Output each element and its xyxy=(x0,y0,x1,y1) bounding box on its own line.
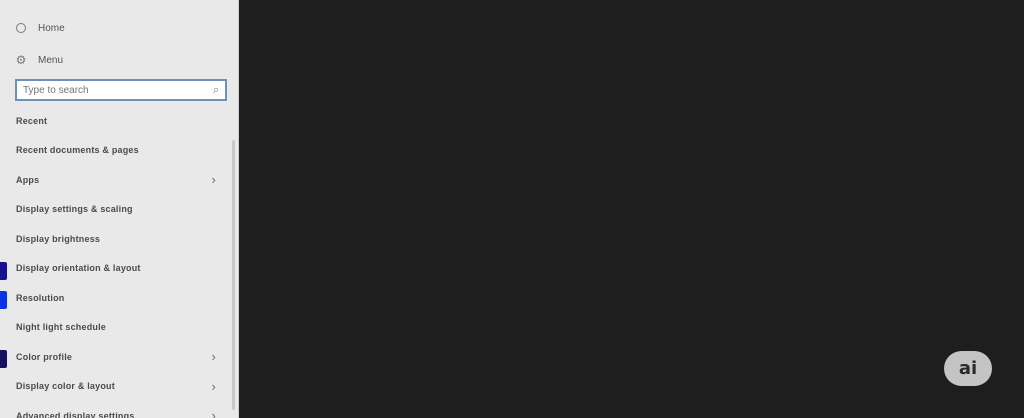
menu-item[interactable]: Resolution xyxy=(0,283,232,313)
chevron-right-icon: › xyxy=(211,378,216,394)
search-input[interactable] xyxy=(23,84,193,96)
selection-indicator xyxy=(0,291,7,309)
menu-item-label: Recent documents & pages xyxy=(16,145,139,156)
menu-item-label: Night light schedule xyxy=(16,322,107,333)
app-window: Home ⚙ Menu ⌕ Recent Recent documents & p… xyxy=(0,0,1024,418)
chevron-right-icon: › xyxy=(211,172,216,188)
top-item-menu[interactable]: ⚙ Menu xyxy=(14,50,63,70)
menu-item[interactable]: Display orientation & layout xyxy=(0,254,232,284)
menu-item[interactable]: Display settings & scaling xyxy=(0,195,232,225)
menu-item[interactable]: Display brightness xyxy=(0,224,232,254)
menu-item-label: Color profile xyxy=(16,351,73,362)
ai-assistant-label: ai xyxy=(958,358,978,379)
ai-assistant-button[interactable]: ai xyxy=(944,351,992,386)
menu-item-label: Display color & layout xyxy=(16,381,115,392)
menu-item[interactable]: Display color & layout › xyxy=(0,372,232,402)
chevron-right-icon: › xyxy=(211,349,216,365)
menu-item[interactable]: Recent xyxy=(0,106,232,136)
top-item-home-label: Home xyxy=(38,22,65,34)
menu-item-label: Apps xyxy=(16,174,40,185)
settings-icon: ⚙ xyxy=(15,53,27,67)
search-box: ⌕ xyxy=(15,79,227,101)
search-icon[interactable]: ⌕ xyxy=(212,83,220,97)
menu-list: Recent Recent documents & pages Apps › Displ… xyxy=(0,106,232,418)
top-item-home[interactable]: Home xyxy=(14,18,65,38)
selection-indicator xyxy=(0,261,7,280)
scrollbar[interactable] xyxy=(232,140,235,410)
top-item-menu-label: Menu xyxy=(38,54,64,66)
menu-item[interactable]: Night light schedule xyxy=(0,313,232,343)
menu-item-label: Display orientation & layout xyxy=(16,263,141,274)
menu-item[interactable]: Recent documents & pages xyxy=(0,136,232,166)
menu-item-label: Display brightness xyxy=(16,233,101,244)
menu-item-label: Recent xyxy=(16,115,48,126)
side-panel: Home ⚙ Menu ⌕ Recent Recent documents & p… xyxy=(0,0,239,418)
menu-item-label: Display settings & scaling xyxy=(16,204,133,215)
menu-item-label: Resolution xyxy=(16,292,65,303)
menu-item[interactable]: Apps › xyxy=(0,165,232,195)
selection-indicator xyxy=(0,350,7,368)
menu-item[interactable]: Advanced display settings › xyxy=(0,401,232,418)
chevron-right-icon: › xyxy=(211,408,216,418)
clock-icon xyxy=(14,21,28,35)
menu-item[interactable]: Color profile › xyxy=(0,342,232,372)
menu-item-label: Advanced display settings xyxy=(16,410,135,418)
